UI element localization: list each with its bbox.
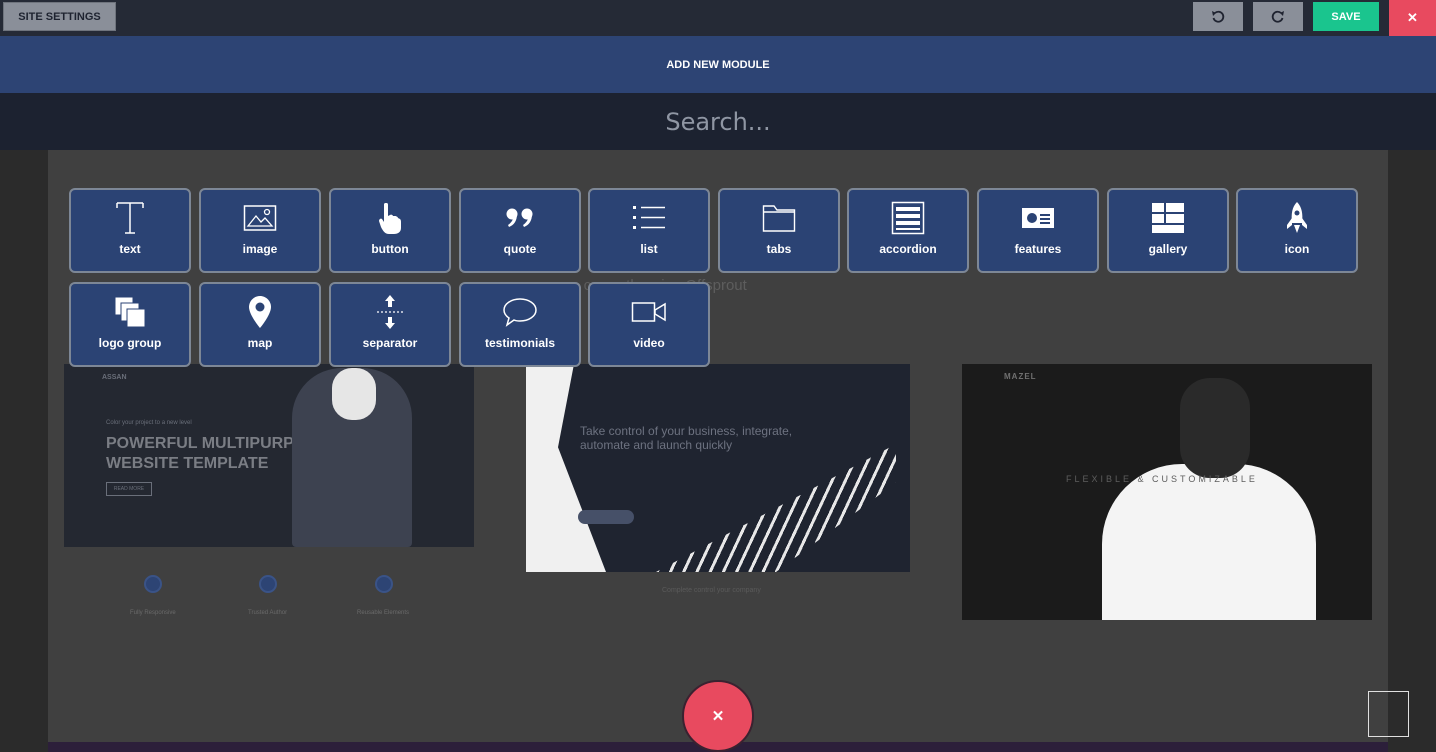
thumbnail-white-shape [526,364,606,572]
undo-icon [1212,10,1225,23]
module-label: video [633,336,665,350]
module-label: gallery [1148,242,1188,256]
module-tabs[interactable]: tabs [718,188,840,273]
search-input[interactable] [0,93,1436,150]
top-toolbar: SITE SETTINGS SAVE ✕ [0,0,1436,36]
thumbnail-wave-pattern [656,444,896,572]
separator-icon [377,295,403,329]
module-list[interactable]: list [588,188,710,273]
save-button[interactable]: SAVE [1313,2,1379,31]
module-features[interactable]: features [977,188,1099,273]
redo-button[interactable] [1253,2,1303,31]
background-margin-left [0,150,48,752]
map-pin-icon [249,296,271,328]
scroll-to-top-button[interactable] [1368,691,1409,737]
module-video[interactable]: video [588,282,710,367]
module-label: accordion [879,242,937,256]
feature-label: Fully Responsive [130,610,176,616]
feature-label: Reusable Elements [357,610,410,616]
folder-icon [762,205,796,232]
thumbnail-tagline: FLEXIBLE & CUSTOMIZABLE [1066,474,1258,484]
module-accordion[interactable]: accordion [847,188,969,273]
add-new-module-header: ADD NEW MODULE [0,36,1436,93]
accordion-icon [891,201,925,235]
gallery-icon [1152,203,1184,233]
module-label: logo group [98,336,162,350]
template-thumbnail-assan: ASSAN Color your project to a new level … [64,364,474,547]
close-button[interactable]: ✕ [1389,0,1436,36]
rocket-icon [1287,202,1307,233]
module-label: map [247,336,273,350]
module-label: text [119,242,141,256]
module-testimonials[interactable]: testimonials [459,282,581,367]
thumbnail-eyebrow: Color your project to a new level [106,420,192,426]
redo-icon [1271,10,1284,23]
feature-circle-icon [375,575,393,593]
hand-pointer-icon [379,203,401,234]
template-thumbnail-mazel: MAZEL FLEXIBLE & CUSTOMIZABLE [962,364,1372,620]
site-settings-button[interactable]: SITE SETTINGS [3,2,116,31]
thumbnail-person-head [1180,378,1250,478]
thumbnail-nav-logo: MAZEL [1004,372,1037,381]
module-label: features [1014,242,1062,256]
module-gallery[interactable]: gallery [1107,188,1229,273]
list-icon [633,206,665,229]
speech-bubble-icon [503,298,537,327]
thumbnail-person-shirt [1102,464,1316,620]
background-margin-right [1388,150,1436,752]
feature-label: Trusted Author [248,610,288,616]
image-icon [243,205,277,231]
module-separator[interactable]: separator [329,282,451,367]
thumbnail-nav-logo: ASSAN [102,374,127,381]
module-label: testimonials [484,336,556,350]
quote-icon [506,208,533,227]
module-label: image [242,242,278,256]
feature-circle-icon [259,575,277,593]
module-label: button [371,242,409,256]
module-label: separator [362,336,418,350]
module-label: tabs [766,242,792,256]
logo-group-icon [114,296,146,328]
module-label: list [640,242,658,256]
text-icon [116,202,144,234]
thumbnail-headline: Take control of your business, integrate… [580,424,793,452]
module-label: quote [503,242,537,256]
template-thumbnail-business: Take control of your business, integrate… [526,364,910,572]
module-quote[interactable]: quote [459,188,581,273]
module-button[interactable]: button [329,188,451,273]
module-text[interactable]: text [69,188,191,273]
module-image[interactable]: image [199,188,321,273]
thumbnail-pill-button [578,510,634,524]
module-icon[interactable]: icon [1236,188,1358,273]
thumbnail-person-head [332,368,376,420]
video-camera-icon [631,302,666,322]
close-modules-button[interactable]: ✕ [682,680,754,752]
module-label: icon [1284,242,1310,256]
module-logo-group[interactable]: logo group [69,282,191,367]
caption-text: Complete control your company [662,587,761,594]
module-map[interactable]: map [199,282,321,367]
undo-button[interactable] [1193,2,1243,31]
feature-circle-icon [144,575,162,593]
thumbnail-button: READ MORE [106,482,152,496]
search-bar [0,93,1436,150]
feature-card-icon [1022,208,1054,228]
